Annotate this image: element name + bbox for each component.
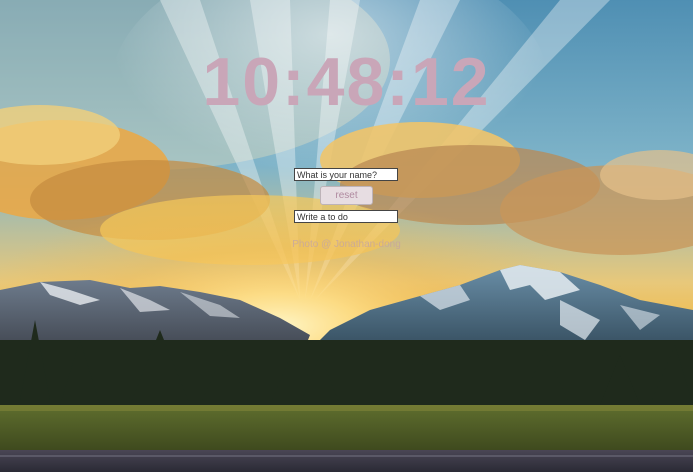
reset-button[interactable]: reset: [320, 186, 373, 205]
clock-display: 10:48:12: [202, 44, 491, 120]
overlay: 10:48:12 reset Photo @ Jonathan-dong: [0, 0, 693, 472]
name-input[interactable]: [294, 168, 398, 181]
photo-credit: Photo @ Jonathan-dong: [292, 239, 401, 250]
todo-input[interactable]: [294, 210, 398, 223]
